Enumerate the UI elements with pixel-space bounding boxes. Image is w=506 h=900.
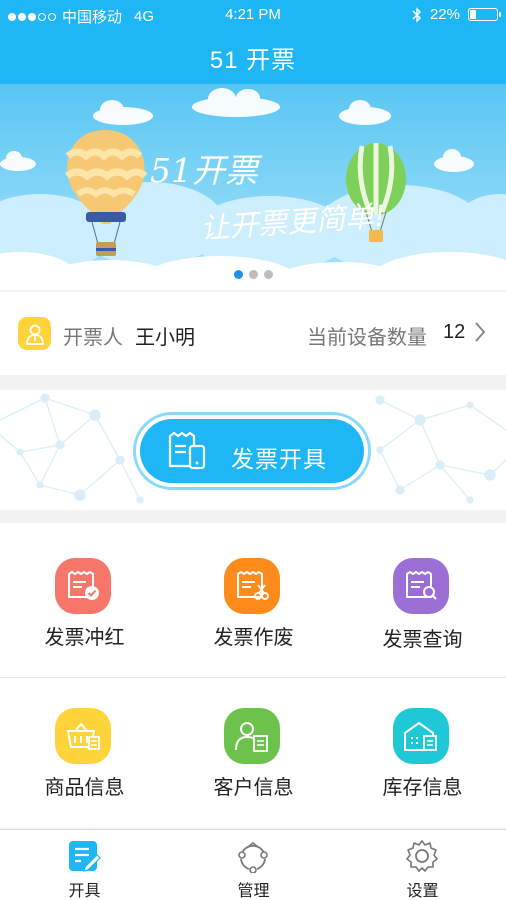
status-right: 22%: [412, 6, 501, 23]
invoice-search-icon: [393, 558, 449, 614]
grid-item-label: 发票冲红: [44, 627, 125, 649]
pager-dot[interactable]: [233, 270, 243, 279]
invoice-cut-icon: [224, 558, 280, 614]
invoice-check-icon: [55, 558, 111, 614]
issuer-row[interactable]: 开票人 王小明 当前设备数量 12: [0, 292, 506, 375]
grid-item-invoice-query[interactable]: 发票查询: [338, 523, 506, 673]
tab-manage[interactable]: 管理: [169, 830, 338, 900]
grid-item-label: 客户信息: [213, 777, 294, 799]
tab-settings[interactable]: 设置: [338, 830, 506, 900]
grid-item-product-info[interactable]: 商品信息: [0, 678, 169, 828]
grid-item-invoice-void[interactable]: 发票作废: [169, 523, 338, 673]
device-count-value: 12: [443, 321, 466, 343]
grid-item-label: 发票查询: [382, 629, 463, 651]
warehouse-icon: [393, 708, 449, 764]
grid-item-customer-info[interactable]: 客户信息: [169, 678, 338, 828]
settings-tab-icon: [404, 838, 440, 874]
issue-invoice-button[interactable]: 发票开具: [133, 412, 371, 490]
issue-invoice-section: 发票开具: [0, 390, 506, 510]
battery-percent: 22%: [429, 6, 460, 23]
function-grid: 发票冲红 发票作废 发票查询 商品信息 客户信息 库存信息: [0, 523, 506, 828]
bottom-tab-bar: 开具 管理 设置: [0, 829, 506, 900]
banner-headline: 51开票: [150, 151, 258, 190]
banner-pager[interactable]: [0, 270, 506, 279]
grid-item-inventory-info[interactable]: 库存信息: [338, 678, 506, 828]
issue-invoice-label: 发票开具: [231, 446, 327, 472]
device-count-label: 当前设备数量: [307, 327, 427, 349]
pager-dot[interactable]: [263, 270, 273, 279]
tab-issue[interactable]: 开具: [0, 830, 169, 900]
bluetooth-icon: [412, 6, 421, 23]
tab-label: 管理: [237, 883, 270, 900]
grid-item-label: 库存信息: [382, 777, 463, 799]
invoice-phone-icon: [168, 432, 206, 470]
pager-dot[interactable]: [248, 270, 258, 279]
customer-icon: [224, 708, 280, 764]
issuer-avatar-icon: [18, 317, 51, 350]
tab-label: 设置: [406, 883, 439, 900]
grid-item-invoice-reverse[interactable]: 发票冲红: [0, 523, 169, 673]
issue-tab-icon: [66, 838, 102, 874]
status-bar: 中国移动 4G 4:21 PM 22%: [0, 0, 506, 30]
top-bar: 中国移动 4G 4:21 PM 22% 51 开票: [0, 0, 506, 84]
issuer-label: 开票人: [63, 327, 123, 349]
grid-item-label: 发票作废: [213, 627, 294, 649]
chevron-right-icon[interactable]: [474, 319, 486, 345]
battery-icon: [468, 8, 501, 21]
grid-item-label: 商品信息: [44, 777, 125, 799]
basket-icon: [55, 708, 111, 764]
manage-tab-icon: [235, 838, 271, 874]
issuer-name: 王小明: [135, 327, 195, 349]
page-title: 51 开票: [209, 47, 297, 74]
promo-banner[interactable]: 51开票 让开票更简单!: [0, 84, 506, 290]
tab-label: 开具: [68, 883, 101, 900]
